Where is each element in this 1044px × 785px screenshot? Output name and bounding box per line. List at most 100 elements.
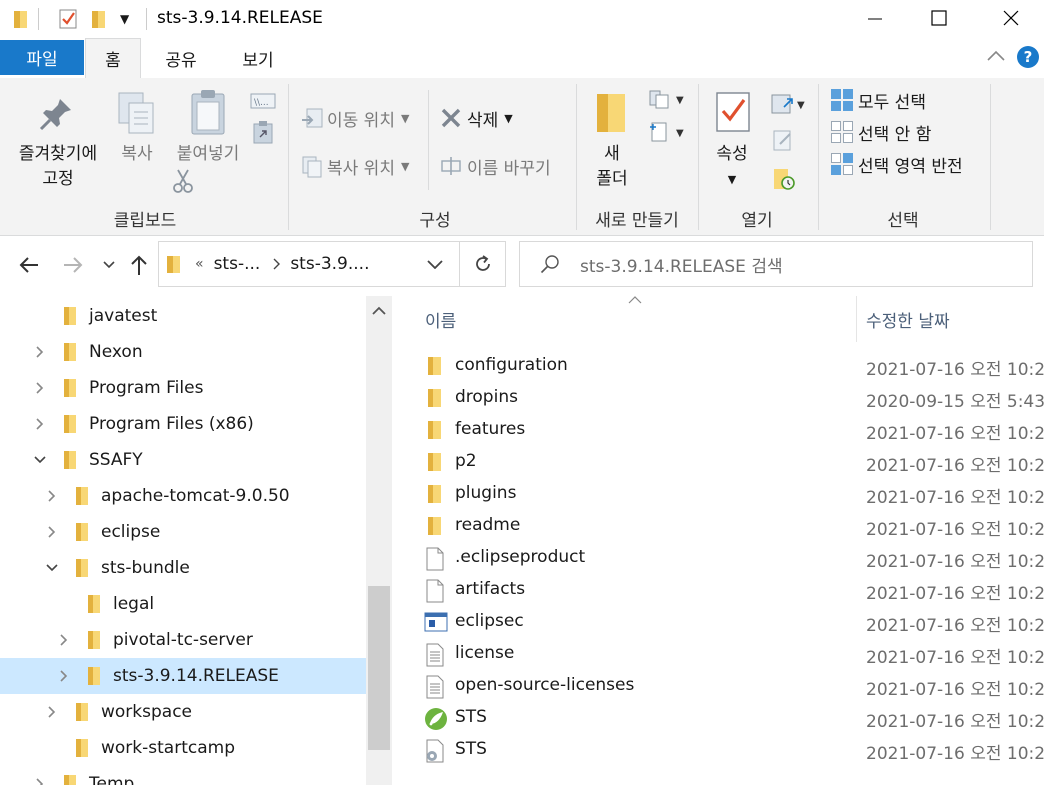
column-header-modified[interactable]: 수정한 날짜 <box>866 296 1044 342</box>
help-icon[interactable]: ? <box>1017 46 1039 68</box>
nav-item[interactable]: Temp <box>0 766 366 785</box>
tab-home[interactable]: 홈 <box>85 38 141 78</box>
new-item-icon[interactable]: ▼ <box>648 88 688 115</box>
breadcrumb-item[interactable]: sts-... <box>214 254 261 274</box>
properties-dropdown-icon[interactable]: ▼ <box>704 167 760 192</box>
tab-share[interactable]: 공유 <box>150 38 212 78</box>
nav-item[interactable]: SSAFY <box>0 442 366 478</box>
search-box[interactable]: sts-3.9.14.RELEASE 검색 <box>519 241 1033 287</box>
new-folder-label-2[interactable]: 폴더 <box>588 167 636 192</box>
pin-icon[interactable] <box>38 96 74 137</box>
file-row[interactable]: features 2021-07-16 오전 10:22 <box>394 414 1044 446</box>
tab-file[interactable]: 파일 <box>0 40 84 75</box>
expand-chevron-icon[interactable] <box>42 478 62 514</box>
file-row[interactable]: configuration 2021-07-16 오전 10:27 <box>394 350 1044 382</box>
expand-chevron-icon[interactable] <box>30 766 50 785</box>
expand-chevron-icon[interactable] <box>30 406 50 442</box>
expand-chevron-icon[interactable] <box>30 334 50 370</box>
nav-scrollbar[interactable] <box>366 296 392 785</box>
properties-quick-icon[interactable] <box>58 6 78 32</box>
nav-item[interactable]: sts-3.9.14.RELEASE <box>0 658 366 694</box>
properties-icon[interactable] <box>714 90 752 139</box>
close-button[interactable] <box>988 0 1034 36</box>
nav-item[interactable]: workspace <box>0 694 366 730</box>
expand-chevron-icon[interactable] <box>42 514 62 550</box>
address-dropdown-icon[interactable] <box>427 259 443 269</box>
edit-icon[interactable] <box>772 128 794 157</box>
back-button[interactable] <box>14 250 44 280</box>
forward-button[interactable] <box>58 250 88 280</box>
navigation-pane[interactable]: javatest Nexon Program Files Program Files … <box>0 296 394 785</box>
nav-item[interactable]: work-startcamp <box>0 730 366 766</box>
collapse-ribbon-icon[interactable] <box>986 48 1006 68</box>
pin-label-2[interactable]: 고정 <box>6 167 110 192</box>
breadcrumb-separator-icon[interactable] <box>272 258 281 270</box>
copy-icon[interactable] <box>116 90 156 141</box>
nav-item[interactable]: javatest <box>0 298 366 334</box>
file-row[interactable]: readme 2021-07-16 오전 10:2 <box>394 510 1044 542</box>
new-folder-label[interactable]: 새 <box>588 142 636 167</box>
up-button[interactable] <box>124 250 154 280</box>
refresh-button[interactable] <box>460 241 506 287</box>
file-row[interactable]: artifacts 2021-07-16 오전 10:2 <box>394 574 1044 606</box>
copy-label[interactable]: 복사 <box>110 142 164 167</box>
expand-chevron-icon[interactable] <box>42 694 62 730</box>
nav-item[interactable]: legal <box>0 586 366 622</box>
nav-item[interactable]: Program Files (x86) <box>0 406 366 442</box>
nav-item[interactable]: eclipse <box>0 514 366 550</box>
new-folder-quick-icon[interactable] <box>90 6 108 32</box>
breadcrumb-overflow-icon[interactable]: « <box>195 256 204 272</box>
address-bar[interactable]: « sts-... sts-3.9.... <box>158 241 460 287</box>
expand-chevron-icon[interactable] <box>30 370 50 406</box>
collapse-chevron-icon[interactable] <box>30 442 50 478</box>
column-header-name[interactable]: 이름 <box>425 296 845 342</box>
collapse-chevron-icon[interactable] <box>42 550 62 586</box>
file-row[interactable]: p2 2021-07-16 오전 10:22 <box>394 446 1044 478</box>
expand-chevron-icon[interactable] <box>54 658 74 694</box>
select-none-button[interactable]: 선택 안 함 <box>830 118 931 146</box>
delete-button[interactable]: 삭제 ▼ <box>440 104 513 132</box>
scroll-up-icon[interactable] <box>372 306 386 316</box>
file-row[interactable]: eclipsec 2021-07-16 오전 10:2 <box>394 606 1044 638</box>
open-icon[interactable]: ▼ <box>770 92 810 121</box>
file-row[interactable]: license 2021-07-16 오전 10:2 <box>394 638 1044 670</box>
nav-item-label: apache-tomcat-9.0.50 <box>101 486 290 506</box>
history-icon[interactable] <box>772 166 796 197</box>
close-icon <box>1003 10 1019 26</box>
new-folder-icon[interactable] <box>594 90 628 139</box>
paste-label[interactable]: 붙여넣기 <box>166 142 250 167</box>
file-row[interactable]: STS 2021-07-16 오전 10:2 <box>394 702 1044 734</box>
move-to-button[interactable]: 이동 위치 ▼ <box>300 104 409 132</box>
column-divider[interactable] <box>856 296 857 342</box>
select-all-button[interactable]: 모두 선택 <box>830 86 926 114</box>
customize-quick-access-icon[interactable]: ▼ <box>120 6 129 32</box>
file-row[interactable]: open-source-licenses 2021-07-16 오전 10:2 <box>394 670 1044 702</box>
easy-access-icon[interactable]: ▼ <box>648 120 688 149</box>
copy-path-icon[interactable]: \\... <box>250 92 276 115</box>
file-list[interactable]: 이름 수정한 날짜 configuration 2021-07-16 오전 10:… <box>394 296 1044 785</box>
nav-item[interactable]: pivotal-tc-server <box>0 622 366 658</box>
maximize-button[interactable] <box>916 0 962 36</box>
file-row[interactable]: plugins 2021-07-16 오전 10:22 <box>394 478 1044 510</box>
paste-icon[interactable] <box>188 88 228 141</box>
nav-item[interactable]: Program Files <box>0 370 366 406</box>
paste-shortcut-icon[interactable] <box>252 120 274 149</box>
expand-chevron-icon[interactable] <box>54 622 74 658</box>
file-row[interactable]: dropins 2020-09-15 오전 5:43 <box>394 382 1044 414</box>
file-row[interactable]: .eclipseproduct 2021-07-16 오전 10:2 <box>394 542 1044 574</box>
minimize-button[interactable] <box>852 0 898 36</box>
invert-selection-button[interactable]: 선택 영역 반전 <box>830 150 963 178</box>
copy-to-button[interactable]: 복사 위치 ▼ <box>300 152 409 180</box>
pin-label[interactable]: 즐겨찾기에 <box>6 142 110 167</box>
nav-item[interactable]: apache-tomcat-9.0.50 <box>0 478 366 514</box>
nav-scrollbar-thumb[interactable] <box>368 586 390 750</box>
recent-locations-button[interactable] <box>94 250 124 280</box>
nav-item[interactable]: Nexon <box>0 334 366 370</box>
breadcrumb-item[interactable]: sts-3.9.... <box>290 254 369 274</box>
file-row[interactable]: STS 2021-07-16 오전 10:2 <box>394 734 1044 766</box>
properties-label[interactable]: 속성 <box>704 142 760 167</box>
nav-item[interactable]: sts-bundle <box>0 550 366 586</box>
tab-view[interactable]: 보기 <box>222 38 294 78</box>
cut-icon[interactable] <box>172 168 194 199</box>
rename-button[interactable]: 이름 바꾸기 <box>440 152 551 180</box>
